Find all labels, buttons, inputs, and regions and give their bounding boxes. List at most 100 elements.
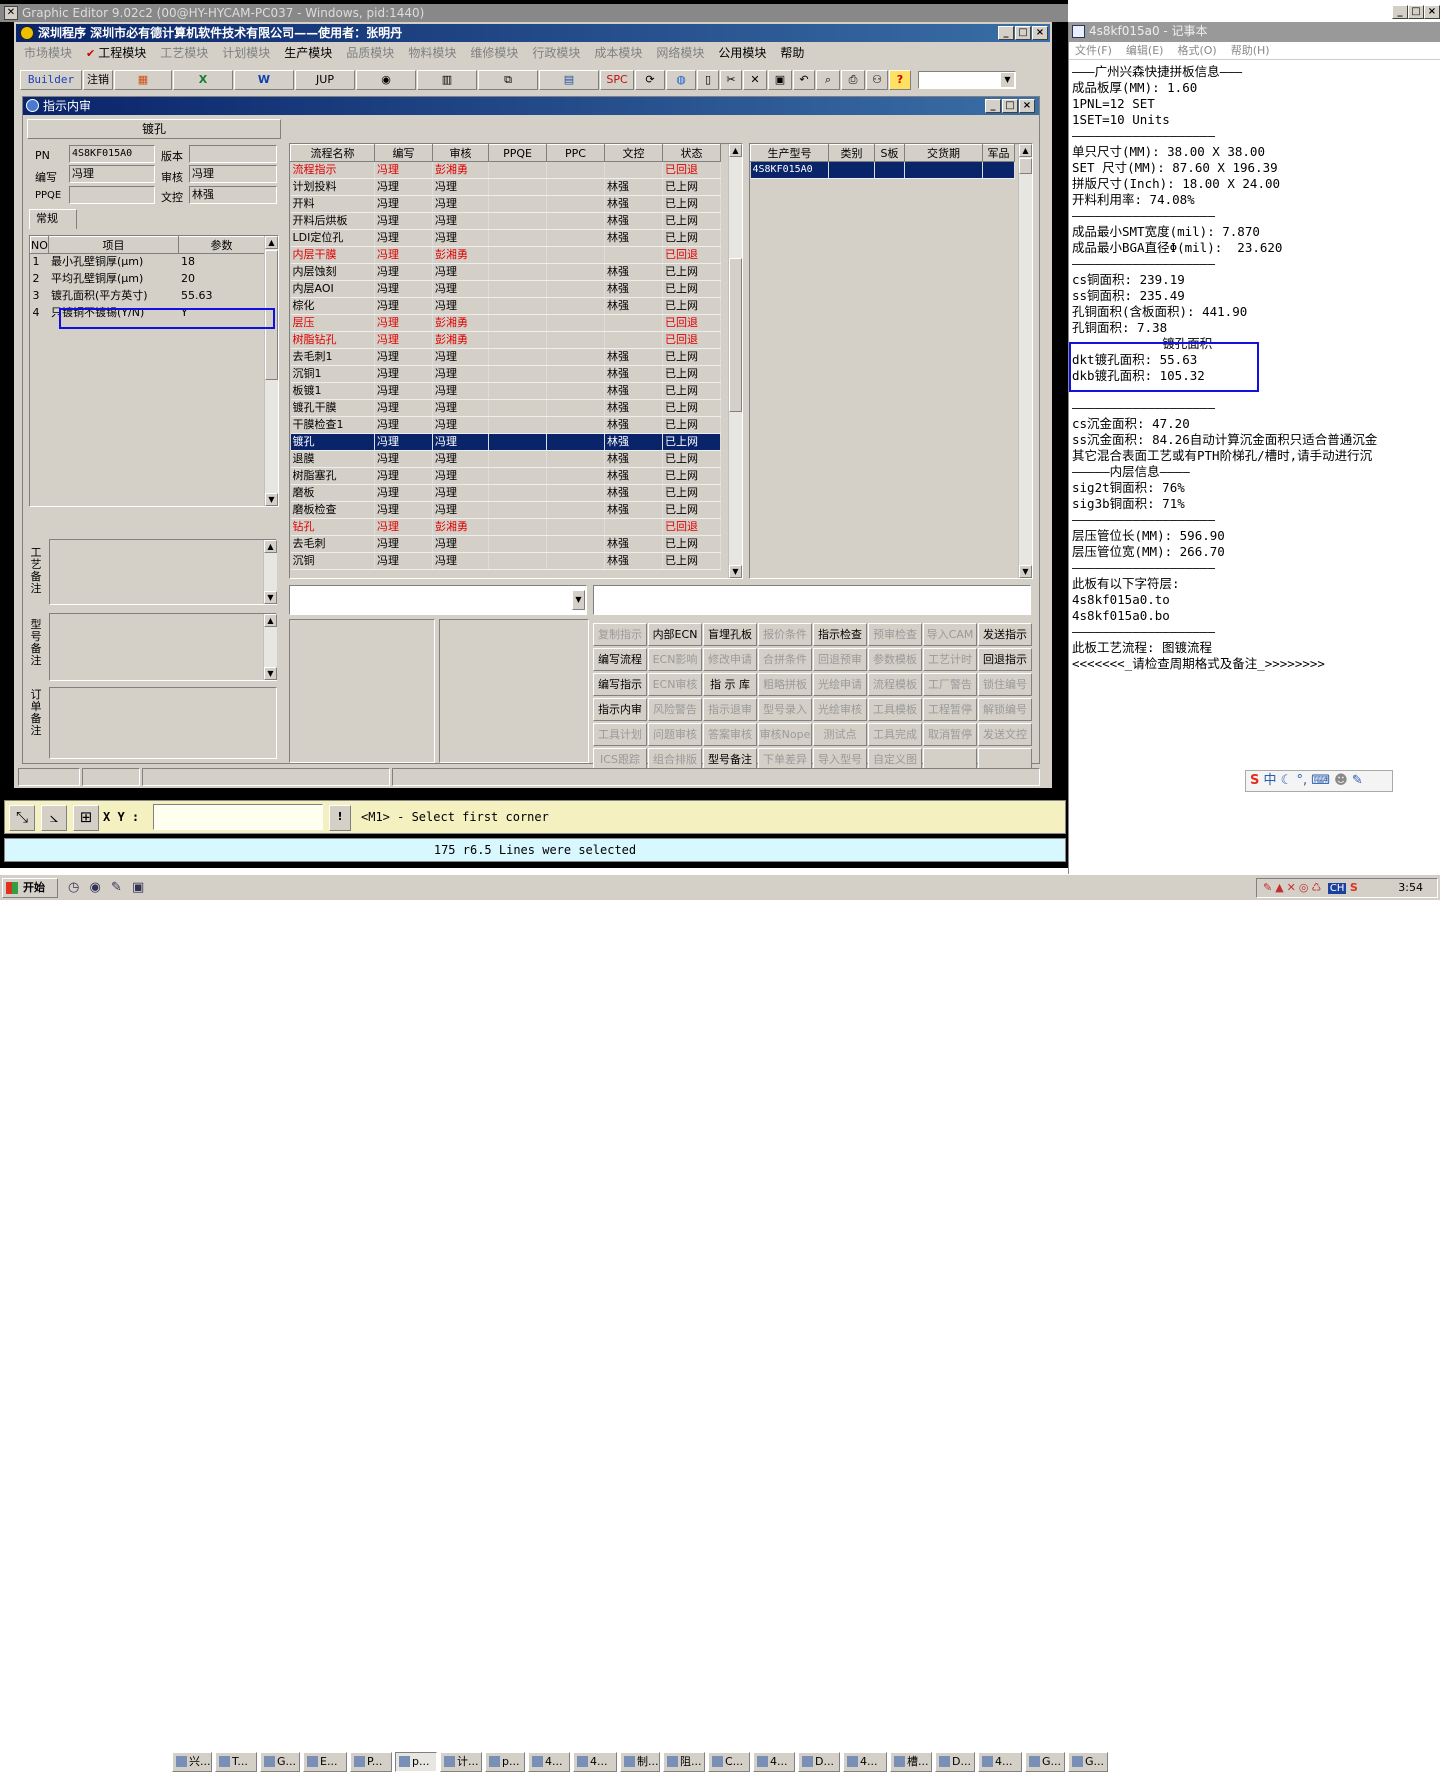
- fn-button-1-0[interactable]: 编写流程: [593, 648, 647, 671]
- flow-header-0[interactable]: 流程名称: [290, 144, 375, 162]
- process-note-box[interactable]: [49, 539, 277, 605]
- model-note-scrollbar[interactable]: ▲ ▼: [263, 614, 277, 680]
- fn-button-0-2[interactable]: 盲埋孔板: [703, 623, 757, 646]
- toolbar-combo[interactable]: ▼: [918, 71, 1016, 89]
- fn-button-1-7[interactable]: 回退指示: [978, 648, 1032, 671]
- word-icon[interactable]: W: [234, 70, 294, 90]
- tab-general[interactable]: 常规: [29, 209, 77, 229]
- close-button[interactable]: ×: [1032, 26, 1048, 40]
- flow-row[interactable]: 沉铜 冯理 冯理 林强 已上网: [290, 552, 721, 570]
- flow-row[interactable]: 磨板 冯理 冯理 林强 已上网: [290, 484, 721, 502]
- save-icon[interactable]: ▣: [768, 70, 792, 90]
- fn-button-1-4[interactable]: 回退预审: [813, 648, 867, 671]
- grid-icon[interactable]: ⊞: [73, 805, 99, 831]
- param-row[interactable]: 1 最小孔壁铜厚(μm) 18: [31, 254, 265, 271]
- builder-button[interactable]: Builder: [20, 70, 82, 90]
- wrench-icon[interactable]: ✎: [1352, 773, 1363, 788]
- auditor-field[interactable]: 冯理: [189, 165, 277, 183]
- globe-icon[interactable]: ◍: [666, 70, 696, 90]
- menu-item-11[interactable]: 公用模块: [718, 44, 766, 62]
- print-icon[interactable]: ⎙: [841, 70, 865, 90]
- fn-button-4-7[interactable]: 发送文控: [978, 723, 1032, 746]
- taskbar-item[interactable]: P...: [350, 1752, 392, 1772]
- taskbar-item[interactable]: C...: [708, 1752, 750, 1772]
- param-header-1[interactable]: 项目: [48, 236, 179, 254]
- flow-row[interactable]: 树脂钻孔 冯理 彭湘勇 已回退: [290, 331, 721, 349]
- taskbar-item[interactable]: 4...: [528, 1752, 570, 1772]
- flow-row[interactable]: 开料 冯理 冯理 林强 已上网: [290, 195, 721, 213]
- notepad-menu-item[interactable]: 格式(O): [1177, 44, 1216, 57]
- model-header-4[interactable]: 军品: [982, 144, 1015, 162]
- fn-button-2-7[interactable]: 锁住编号: [978, 673, 1032, 696]
- preview-icon[interactable]: ⌕: [816, 70, 840, 90]
- model-header-3[interactable]: 交货期: [904, 144, 983, 162]
- order-note-box[interactable]: [49, 687, 277, 759]
- flow-row[interactable]: 内层干膜 冯理 彭湘勇 已回退: [290, 246, 721, 264]
- fn-button-2-1[interactable]: ECN审核: [648, 673, 702, 696]
- powerpoint-icon[interactable]: ▦: [114, 70, 172, 90]
- notepad-menu-item[interactable]: 编辑(E): [1126, 44, 1164, 57]
- taskbar-item[interactable]: G...: [1068, 1752, 1108, 1772]
- excel-icon[interactable]: X: [173, 70, 233, 90]
- menu-item-10[interactable]: 网络模块: [656, 44, 704, 62]
- fn-button-2-5[interactable]: 流程模板: [868, 673, 922, 696]
- chevron-down-icon[interactable]: ▼: [1001, 73, 1014, 87]
- flow-row[interactable]: 层压 冯理 彭湘勇 已回退: [290, 314, 721, 332]
- flow-row[interactable]: 内层AOI 冯理 冯理 林强 已上网: [290, 280, 721, 298]
- moon-icon[interactable]: ☾: [1281, 773, 1293, 788]
- flow-header-2[interactable]: 审核: [432, 144, 489, 162]
- fn-button-4-5[interactable]: 工具完成: [868, 723, 922, 746]
- menu-item-4[interactable]: 生产模块: [284, 44, 332, 62]
- version-field[interactable]: [189, 145, 277, 163]
- chevron-down-icon[interactable]: ▼: [572, 590, 585, 610]
- fn-button-3-2[interactable]: 指示退审: [703, 698, 757, 721]
- fn-button-2-6[interactable]: 工厂警告: [923, 673, 977, 696]
- fn-button-4-0[interactable]: 工具计划: [593, 723, 647, 746]
- taskbar-item[interactable]: G...: [1025, 1752, 1065, 1772]
- fn-button-0-0[interactable]: 复制指示: [593, 623, 647, 646]
- menu-item-9[interactable]: 成本模块: [594, 44, 642, 62]
- fn-button-2-2[interactable]: 指 示 库: [703, 673, 757, 696]
- dialog-close-button[interactable]: ×: [1019, 99, 1035, 113]
- desktop-maximize-button[interactable]: □: [1408, 5, 1424, 19]
- flow-header-6[interactable]: 状态: [662, 144, 721, 162]
- fn-button-2-0[interactable]: 编写指示: [593, 673, 647, 696]
- clock-launch-icon[interactable]: ◷: [68, 880, 79, 895]
- info-icon[interactable]: !: [329, 805, 351, 831]
- menu-item-12[interactable]: 帮助: [780, 44, 804, 62]
- pn-field[interactable]: 4S8KF015A0: [69, 145, 155, 163]
- menu-item-3[interactable]: 计划模块: [222, 44, 270, 62]
- editor-field[interactable]: 冯理: [69, 165, 155, 183]
- punct-icon[interactable]: °,: [1296, 773, 1307, 788]
- dialog-minimize-button[interactable]: _: [985, 99, 1001, 113]
- network-icon[interactable]: ⧉: [478, 70, 538, 90]
- models-scrollbar[interactable]: ▲ ▼: [1018, 144, 1032, 578]
- model-header-1[interactable]: 类别: [828, 144, 875, 162]
- flow-row[interactable]: 棕化 冯理 冯理 林强 已上网: [290, 297, 721, 315]
- eye-icon[interactable]: ◉: [356, 70, 416, 90]
- notepad-menu-item[interactable]: 文件(F): [1075, 44, 1112, 57]
- fn-button-0-4[interactable]: 指示检查: [813, 623, 867, 646]
- fn-button-0-1[interactable]: 内部ECN: [648, 623, 702, 646]
- globe-launch-icon[interactable]: ◉: [89, 880, 100, 895]
- model-combo[interactable]: [593, 585, 1031, 615]
- fn-button-4-1[interactable]: 问题审核: [648, 723, 702, 746]
- fn-button-0-7[interactable]: 发送指示: [978, 623, 1032, 646]
- fn-button-3-5[interactable]: 工具模板: [868, 698, 922, 721]
- fn-button-4-4[interactable]: 测试点: [813, 723, 867, 746]
- snap-icon[interactable]: ⤡: [9, 805, 35, 831]
- user-icon[interactable]: ☻: [1334, 773, 1348, 788]
- fn-button-3-7[interactable]: 解锁编号: [978, 698, 1032, 721]
- menu-item-5[interactable]: 品质模块: [346, 44, 394, 62]
- fn-button-0-3[interactable]: 报价条件: [758, 623, 812, 646]
- flow-row[interactable]: 去毛刺 冯理 冯理 林强 已上网: [290, 535, 721, 553]
- menu-item-1[interactable]: 工程模块: [98, 44, 146, 62]
- flow-row[interactable]: 内层蚀刻 冯理 冯理 林强 已上网: [290, 263, 721, 281]
- flow-row[interactable]: 镀孔 冯理 冯理 林强 已上网: [290, 433, 721, 451]
- keyboard-icon[interactable]: ⌨: [1311, 773, 1330, 788]
- fn-button-4-2[interactable]: 答案审核: [703, 723, 757, 746]
- spc-button[interactable]: SPC: [600, 70, 634, 90]
- menu-item-8[interactable]: 行政模块: [532, 44, 580, 62]
- minimize-button[interactable]: _: [998, 26, 1014, 40]
- model-row[interactable]: 4S8KF015A0: [750, 161, 1015, 179]
